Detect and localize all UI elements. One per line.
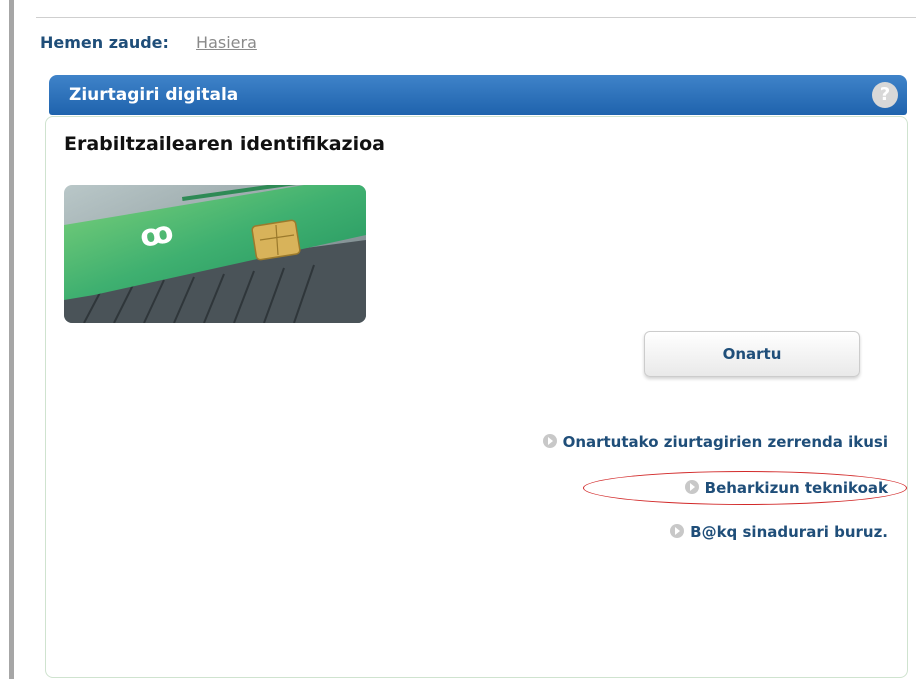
accept-button[interactable]: Onartu [644,331,860,377]
arrow-right-icon [670,524,685,538]
svg-text:ꝏ: ꝏ [137,215,176,255]
breadcrumb: Hemen zaude: Hasiera [40,33,257,53]
link-label: B@kq sinadurari buruz. [690,523,888,541]
panel-title: Ziurtagiri digitala [69,85,239,105]
top-divider [36,17,916,18]
page-title: Erabiltzailearen identifikazioa [64,133,385,155]
link-label: Onartutako ziurtagirien zerrenda ikusi [562,433,888,451]
left-border-bar [9,0,14,679]
arrow-right-icon [684,480,699,494]
question-icon[interactable]: ? [872,82,898,108]
breadcrumb-home-link[interactable]: Hasiera [196,33,257,52]
link-accepted-certificates[interactable]: Onartutako ziurtagirien zerrenda ikusi [542,432,888,452]
smart-card-image: ꝏ [64,185,366,323]
link-bakq-signature-info[interactable]: B@kq sinadurari buruz. [670,522,888,542]
breadcrumb-label: Hemen zaude: [40,33,169,52]
panel-header: Ziurtagiri digitala ? [49,75,907,115]
link-technical-requirements[interactable]: Beharkizun teknikoak [684,478,888,498]
arrow-right-icon [542,434,557,448]
link-label: Beharkizun teknikoak [704,479,888,497]
